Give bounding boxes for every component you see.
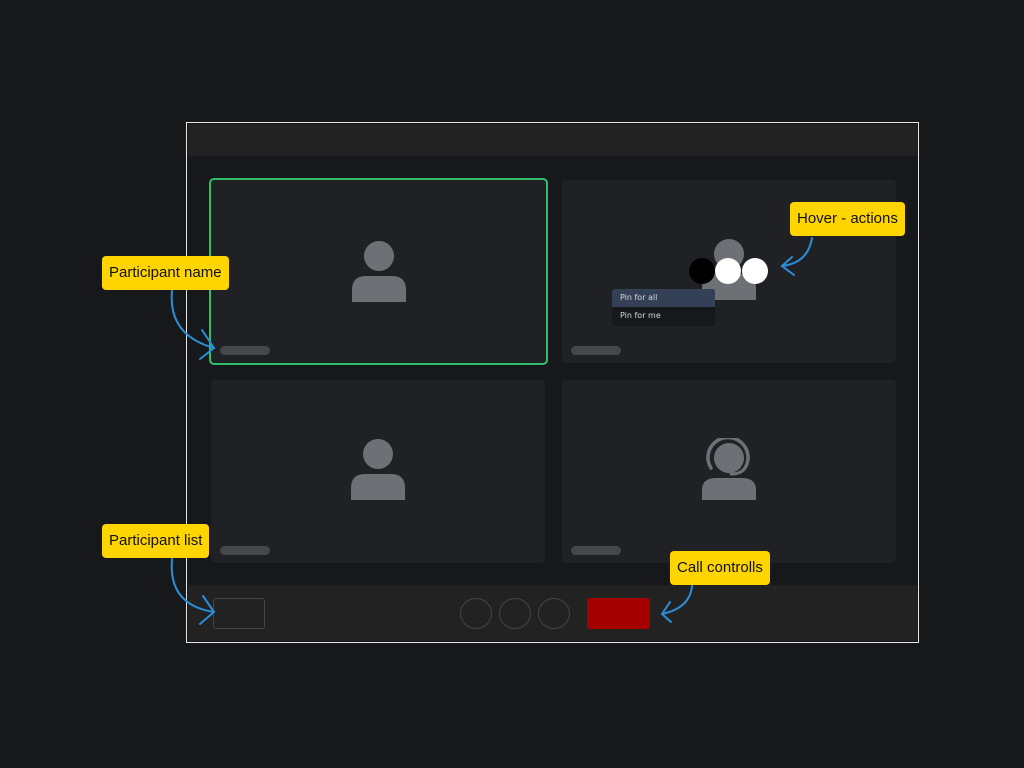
support-agent-icon [702, 438, 756, 500]
camera-toggle-button[interactable] [499, 598, 531, 629]
participant-name-placeholder [220, 346, 270, 355]
participant-tile[interactable] [211, 380, 545, 563]
person-icon [351, 439, 405, 500]
callout-call-controls: Call controlls [670, 551, 770, 585]
participant-tile-active[interactable] [209, 178, 548, 365]
callout-hover-actions: Hover - actions [790, 202, 905, 236]
call-controls-bar [188, 585, 917, 641]
end-call-button[interactable] [587, 598, 650, 629]
callout-participant-name: Participant name [102, 256, 229, 290]
participant-list-button[interactable] [213, 598, 265, 629]
hover-action-more-button[interactable] [689, 258, 715, 284]
menu-item-pin-for-all[interactable]: Pin for all [612, 289, 715, 307]
mic-toggle-button[interactable] [460, 598, 492, 629]
person-icon [352, 241, 406, 302]
participant-name-placeholder [571, 346, 621, 355]
pin-menu: Pin for all Pin for me [612, 289, 715, 326]
participant-tile[interactable] [562, 380, 896, 563]
title-bar [188, 124, 917, 156]
menu-item-pin-for-me[interactable]: Pin for me [612, 307, 715, 325]
share-screen-button[interactable] [538, 598, 570, 629]
callout-participant-list: Participant list [102, 524, 210, 558]
hover-action-button[interactable] [742, 258, 768, 284]
participant-name-placeholder [220, 546, 270, 555]
hover-action-button[interactable] [715, 258, 741, 284]
participant-name-placeholder [571, 546, 621, 555]
